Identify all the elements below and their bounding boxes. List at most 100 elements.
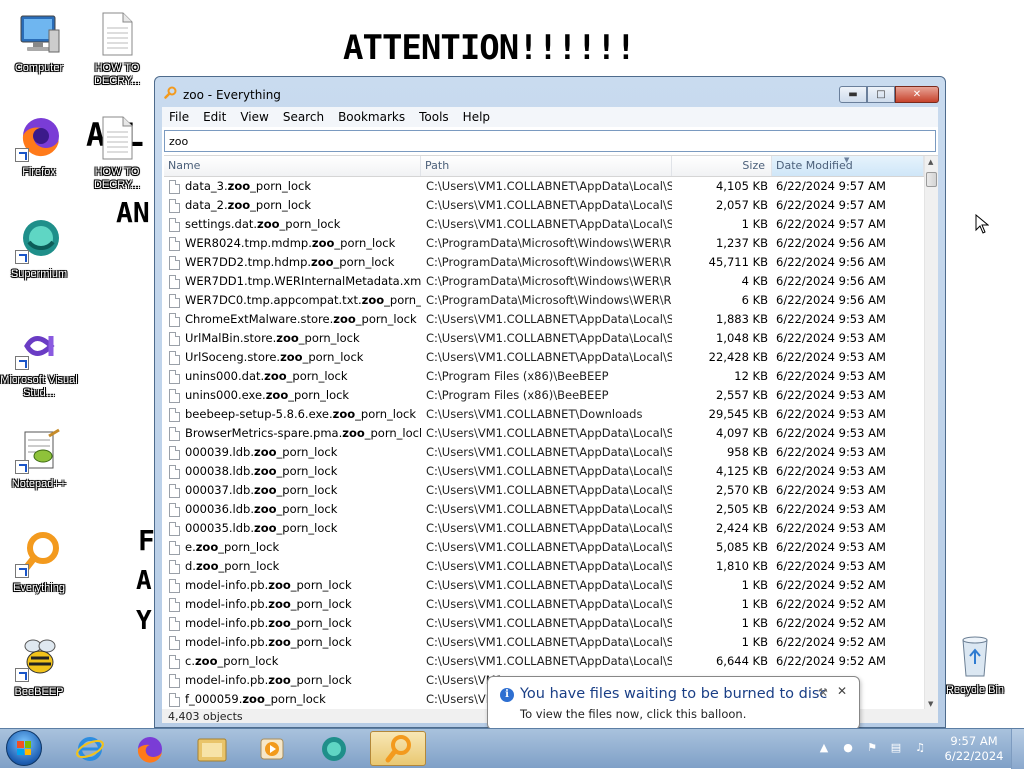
network-icon[interactable]: ▤ [887, 741, 905, 757]
file-name-part: _porn_lock [333, 255, 395, 269]
wrench-icon[interactable]: ⚒ [818, 686, 828, 699]
desktop-icon-everything[interactable]: Everything [0, 530, 78, 595]
search-match-highlight: zoo [254, 502, 277, 516]
table-row[interactable]: WER7DC0.tmp.appcompat.txt.zoo_porn_l... C… [164, 291, 924, 310]
column-header-path[interactable]: Path [421, 156, 672, 176]
file-icon [169, 275, 180, 289]
table-row[interactable]: unins000.exe.zoo_porn_lock C:\Program Fil… [164, 386, 924, 405]
balloon-close-button[interactable]: ✕ [837, 684, 847, 698]
table-row[interactable]: WER7DD2.tmp.hdmp.zoo_porn_lock C:\Program… [164, 253, 924, 272]
table-row[interactable]: c.zoo_porn_lock C:\Users\VM1.COLLABNET\Ap… [164, 652, 924, 671]
file-size: 1 KB [741, 217, 768, 231]
table-row[interactable]: data_2.zoo_porn_lock C:\Users\VM1.COLLABN… [164, 196, 924, 215]
desktop-icon-visual-studio[interactable]: Microsoft Visual Stud... [0, 322, 78, 400]
file-icon [169, 560, 180, 574]
file-name: data_2.zoo_porn_lock [185, 196, 421, 215]
table-row[interactable]: data_3.zoo_porn_lock C:\Users\VM1.COLLABN… [164, 177, 924, 196]
close-button[interactable]: ✕ [895, 86, 939, 103]
file-size: 1,883 KB [715, 312, 768, 326]
file-name-part: 000037.ldb. [185, 483, 255, 497]
search-input[interactable] [164, 130, 936, 152]
burn-disc-icon[interactable]: ● [839, 741, 857, 757]
show-desktop-button[interactable] [1011, 729, 1024, 769]
desktop-icon-decrypt-note-2[interactable]: HOW TO DECRY... [78, 114, 156, 192]
menu-bookmarks[interactable]: Bookmarks [331, 110, 412, 124]
window-titlebar[interactable]: zoo - Everything ▬ □ ✕ [155, 77, 945, 107]
everything-magnifier-icon [385, 734, 411, 762]
table-row[interactable]: 000037.ldb.zoo_porn_lock C:\Users\VM1.COL… [164, 481, 924, 500]
action-center-flag-icon[interactable]: ⚑ [863, 741, 881, 757]
menu-file[interactable]: File [162, 110, 196, 124]
taskbar-media-player[interactable] [244, 731, 300, 766]
everything-magnifier-icon [164, 86, 177, 99]
menu-view[interactable]: View [233, 110, 275, 124]
table-row[interactable]: 000039.ldb.zoo_porn_lock C:\Users\VM1.COL… [164, 443, 924, 462]
menu-help[interactable]: Help [456, 110, 497, 124]
table-row[interactable]: d.zoo_porn_lock C:\Users\VM1.COLLABNET\Ap… [164, 557, 924, 576]
table-row[interactable]: model-info.pb.zoo_porn_lock C:\Users\VM1.… [164, 633, 924, 652]
file-path: C:\Users\VM1.COLLABNET\AppData\Local\S..… [426, 654, 672, 668]
desktop-icon-beebeep[interactable]: BeeBEEP [0, 634, 78, 699]
table-row[interactable]: beebeep-setup-5.8.6.exe.zoo_porn_lock C:\… [164, 405, 924, 424]
show-hidden-icons-icon[interactable]: ▲ [815, 741, 833, 757]
file-icon [169, 332, 180, 346]
table-row[interactable]: 000038.ldb.zoo_porn_lock C:\Users\VM1.COL… [164, 462, 924, 481]
file-size: 1,048 KB [715, 331, 768, 345]
taskbar-windows-explorer[interactable] [184, 731, 240, 766]
taskbar-everything[interactable] [370, 731, 426, 766]
file-name-part: _porn_lock [355, 312, 417, 326]
volume-muted-icon[interactable]: ♫ [911, 741, 929, 757]
taskbar-supermium[interactable] [306, 731, 362, 766]
table-row[interactable]: model-info.pb.zoo_porn_lock C:\Users\VM1.… [164, 576, 924, 595]
table-row[interactable]: unins000.dat.zoo_porn_lock C:\Program Fil… [164, 367, 924, 386]
desktop-icon-computer[interactable]: Computer [0, 10, 78, 75]
vertical-scrollbar[interactable]: ▲ ▼ [924, 156, 938, 710]
burn-notification-balloon[interactable]: i You have files waiting to be burned to… [487, 676, 860, 738]
table-row[interactable]: WER8024.tmp.mdmp.zoo_porn_lock C:\Program… [164, 234, 924, 253]
minimize-button[interactable]: ▬ [839, 86, 867, 103]
desktop-icon-firefox[interactable]: Firefox [0, 114, 78, 179]
file-date-modified: 6/22/2024 9:56 AM [776, 236, 886, 250]
desktop-icon-supermium[interactable]: Supermium [0, 216, 78, 281]
file-date-modified: 6/22/2024 9:52 AM [776, 635, 886, 649]
table-row[interactable]: WER7DD1.tmp.WERInternalMetadata.xml.... C… [164, 272, 924, 291]
file-size: 2,505 KB [715, 502, 768, 516]
table-row[interactable]: settings.dat.zoo_porn_lock C:\Users\VM1.C… [164, 215, 924, 234]
scroll-down-icon[interactable]: ▼ [928, 700, 933, 708]
maximize-button[interactable]: □ [867, 86, 895, 103]
column-header-size[interactable]: Size [672, 156, 772, 176]
file-icon [169, 237, 180, 251]
table-row[interactable]: ChromeExtMalware.store.zoo_porn_lock C:\U… [164, 310, 924, 329]
file-path: C:\Users\VM1.COLLABNET\Downloads [426, 407, 643, 421]
file-name-part: _porn_lock [290, 597, 352, 611]
file-name-part: _porn_lock [250, 179, 312, 193]
desktop-icon-notepad-plus-plus[interactable]: Notepad++ [0, 426, 78, 491]
file-name-part: _porn_lock [334, 236, 396, 250]
scroll-up-icon[interactable]: ▲ [928, 158, 933, 166]
file-date-modified: 6/22/2024 9:53 AM [776, 350, 886, 364]
start-button[interactable] [6, 730, 46, 767]
desktop-icon-decrypt-note-1[interactable]: HOW TO DECRY... [78, 10, 156, 88]
table-row[interactable]: UrlSoceng.store.zoo_porn_lock C:\Users\VM… [164, 348, 924, 367]
menu-edit[interactable]: Edit [196, 110, 233, 124]
table-row[interactable]: UrlMalBin.store.zoo_porn_lock C:\Users\VM… [164, 329, 924, 348]
taskbar-firefox[interactable] [122, 731, 178, 766]
table-row[interactable]: 000036.ldb.zoo_porn_lock C:\Users\VM1.COL… [164, 500, 924, 519]
table-row[interactable]: e.zoo_porn_lock C:\Users\VM1.COLLABNET\Ap… [164, 538, 924, 557]
taskbar-clock[interactable]: 9:57 AM 6/22/2024 [938, 734, 1010, 764]
scrollbar-thumb[interactable] [926, 172, 937, 187]
file-name-part: _porn_lock [276, 521, 338, 535]
desktop-icon-recycle-bin[interactable]: Recycle Bin [936, 632, 1014, 697]
table-row[interactable]: 000035.ldb.zoo_porn_lock C:\Users\VM1.COL… [164, 519, 924, 538]
menu-search[interactable]: Search [276, 110, 331, 124]
table-row[interactable]: model-info.pb.zoo_porn_lock C:\Users\VM1.… [164, 595, 924, 614]
file-name-part: _porn_lock [290, 578, 352, 592]
file-icon [169, 541, 180, 555]
table-row[interactable]: model-info.pb.zoo_porn_lock C:\Users\VM1.… [164, 614, 924, 633]
file-name: 000037.ldb.zoo_porn_lock [185, 481, 421, 500]
file-path: C:\Program Files (x86)\BeeBEEP [426, 369, 609, 383]
column-header-name[interactable]: Name [164, 156, 421, 176]
menu-tools[interactable]: Tools [412, 110, 456, 124]
taskbar-internet-explorer[interactable] [62, 731, 118, 766]
table-row[interactable]: BrowserMetrics-spare.pma.zoo_porn_lock C:… [164, 424, 924, 443]
